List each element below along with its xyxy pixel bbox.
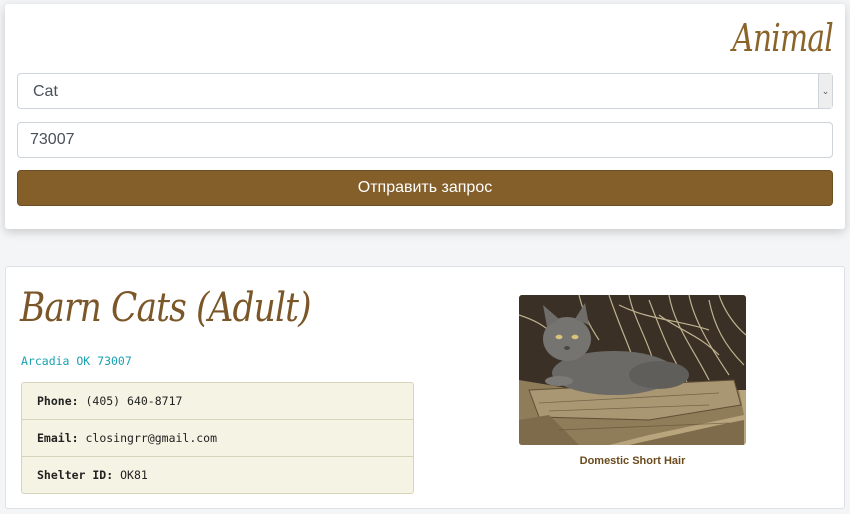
animal-select[interactable]: Cat ⌄: [17, 73, 833, 109]
phone-label: Phone:: [37, 394, 79, 408]
info-row-email: Email: closingrr@gmail.com: [22, 420, 413, 457]
brand-title: Animal: [732, 16, 833, 60]
shelter-id-label: Shelter ID:: [37, 468, 114, 482]
breed-caption: Domestic Short Hair: [579, 455, 686, 467]
info-row-shelter-id: Shelter ID: OK81: [22, 457, 413, 494]
shelter-name: Barn Cats (Adult): [20, 285, 311, 331]
shelter-id-value: OK81: [120, 468, 148, 482]
email-value: closingrr@gmail.com: [85, 431, 218, 445]
submit-button[interactable]: Отправить запрос: [17, 170, 833, 206]
email-label: Email:: [37, 431, 79, 445]
info-row-phone: Phone: (405) 640-8717: [22, 383, 413, 420]
phone-value: (405) 640-8717: [85, 394, 183, 408]
animal-select-value: Cat: [33, 83, 58, 100]
search-card: Animal Cat ⌄ 73007 Отправить запрос: [5, 4, 845, 229]
shelter-location-link[interactable]: Arcadia OK 73007: [21, 354, 132, 368]
chevron-down-icon[interactable]: ⌄: [818, 74, 832, 108]
contact-info-list: Phone: (405) 640-8717 Email: closingrr@g…: [21, 382, 414, 494]
cat-photo: [519, 295, 746, 445]
shelter-result-card: Barn Cats (Adult) Arcadia OK 73007 Phone…: [5, 266, 845, 509]
zip-input[interactable]: 73007: [17, 122, 833, 158]
